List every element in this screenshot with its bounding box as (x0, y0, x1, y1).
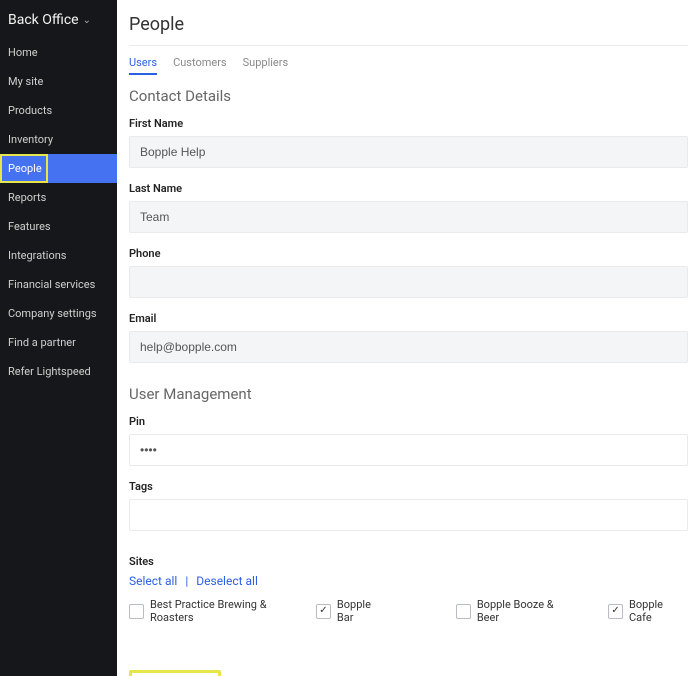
input-last-name[interactable] (129, 201, 688, 233)
tab-users[interactable]: Users (129, 56, 157, 75)
field-first-name: First Name (129, 117, 688, 168)
section-title-user-management: User Management (129, 385, 688, 403)
site-label: Best Practice Brewing & Roasters (150, 598, 312, 624)
app-title: Back Office (8, 12, 79, 28)
admin-block: Is this user an admin? Yes (129, 670, 221, 676)
label-first-name: First Name (129, 117, 688, 130)
field-pin: Pin (129, 415, 688, 466)
field-email: Email (129, 312, 688, 363)
main-content: People Users Customers Suppliers Contact… (117, 0, 688, 676)
sidebar: Back Office ⌄ Home My site Products Inve… (0, 0, 117, 676)
input-email[interactable] (129, 331, 688, 363)
sidebar-item-people[interactable]: People (0, 154, 117, 183)
link-deselect-all[interactable]: Deselect all (196, 574, 258, 588)
label-last-name: Last Name (129, 182, 688, 195)
sidebar-item-financial-services[interactable]: Financial services (0, 270, 117, 299)
checkbox[interactable] (316, 604, 331, 619)
sidebar-item-integrations[interactable]: Integrations (0, 241, 117, 270)
field-phone: Phone (129, 247, 688, 298)
checkbox[interactable] (129, 604, 144, 619)
label-email: Email (129, 312, 688, 325)
input-pin[interactable] (129, 434, 688, 466)
site-label: Bopple Bar (337, 598, 390, 624)
sidebar-item-products[interactable]: Products (0, 96, 117, 125)
sidebar-header[interactable]: Back Office ⌄ (0, 0, 117, 38)
label-phone: Phone (129, 247, 688, 260)
tab-suppliers[interactable]: Suppliers (243, 56, 289, 75)
label-sites: Sites (129, 555, 688, 568)
site-option[interactable]: Bopple Cafe (608, 598, 688, 624)
sidebar-item-company-settings[interactable]: Company settings (0, 299, 117, 328)
sidebar-nav: Home My site Products Inventory People R… (0, 38, 117, 386)
sidebar-item-my-site[interactable]: My site (0, 67, 117, 96)
sidebar-item-features[interactable]: Features (0, 212, 117, 241)
sidebar-item-refer-lightspeed[interactable]: Refer Lightspeed (0, 357, 117, 386)
label-pin: Pin (129, 415, 688, 428)
sites-bulk-actions: Select all | Deselect all (129, 574, 688, 588)
sidebar-item-reports[interactable]: Reports (0, 183, 117, 212)
input-tags[interactable] (129, 499, 688, 531)
sites-options: Best Practice Brewing & Roasters Bopple … (129, 598, 688, 624)
checkbox[interactable] (608, 604, 623, 619)
sidebar-item-home[interactable]: Home (0, 38, 117, 67)
site-label: Bopple Cafe (629, 598, 688, 624)
site-option[interactable]: Bopple Bar (316, 598, 390, 624)
site-label: Bopple Booze & Beer (477, 598, 578, 624)
input-first-name[interactable] (129, 136, 688, 168)
separator-pipe: | (185, 574, 188, 588)
page-title: People (129, 8, 688, 45)
section-title-contact: Contact Details (129, 87, 688, 105)
input-phone[interactable] (129, 266, 688, 298)
field-last-name: Last Name (129, 182, 688, 233)
link-select-all[interactable]: Select all (129, 574, 177, 588)
site-option[interactable]: Best Practice Brewing & Roasters (129, 598, 312, 624)
site-option[interactable]: Bopple Booze & Beer (456, 598, 578, 624)
field-tags: Tags (129, 480, 688, 531)
sidebar-item-find-a-partner[interactable]: Find a partner (0, 328, 117, 357)
checkbox[interactable] (456, 604, 471, 619)
sidebar-item-inventory[interactable]: Inventory (0, 125, 117, 154)
tab-customers[interactable]: Customers (173, 56, 227, 75)
tabs: Users Customers Suppliers (129, 46, 688, 77)
chevron-down-icon: ⌄ (83, 15, 91, 26)
field-sites: Sites Select all | Deselect all Best Pra… (129, 555, 688, 624)
label-tags: Tags (129, 480, 688, 493)
